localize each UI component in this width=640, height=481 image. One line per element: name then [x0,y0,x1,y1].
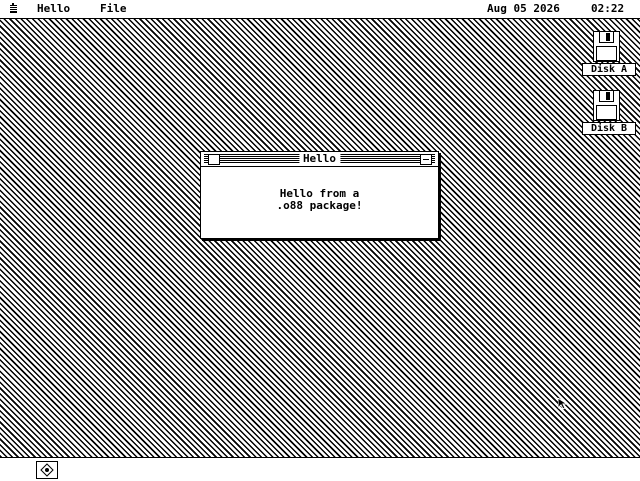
menu-hello[interactable]: Hello [37,3,70,15]
disk-drive-icon[interactable] [36,461,58,479]
disk-a-label: Disk A [582,63,636,76]
floppy-disk-icon [593,90,620,121]
menu-bar: Hello File Aug 05 2026 02:22 [0,0,640,19]
window-title: Hello [298,152,341,166]
mouse-pointer-icon [558,398,568,410]
apple-menu-icon[interactable] [8,3,20,15]
dock-bar [0,457,640,481]
floppy-disk-icon [593,31,620,62]
menubar-date: Aug 05 2026 [487,2,560,15]
window-content: Hello from a .o88 package! [201,188,438,212]
menu-file[interactable]: File [100,3,127,15]
window-titlebar[interactable]: Hello [201,152,438,167]
menubar-clock: 02:22 [591,2,625,15]
message-line-2: .o88 package! [276,199,363,212]
hello-window: Hello Hello from a .o88 package! [200,151,439,239]
disk-b[interactable]: Disk B [582,90,636,135]
zoom-box-icon[interactable] [420,154,432,165]
close-box-icon[interactable] [208,154,220,165]
disk-a[interactable]: Disk A [582,31,636,76]
disk-b-label: Disk B [582,122,636,135]
